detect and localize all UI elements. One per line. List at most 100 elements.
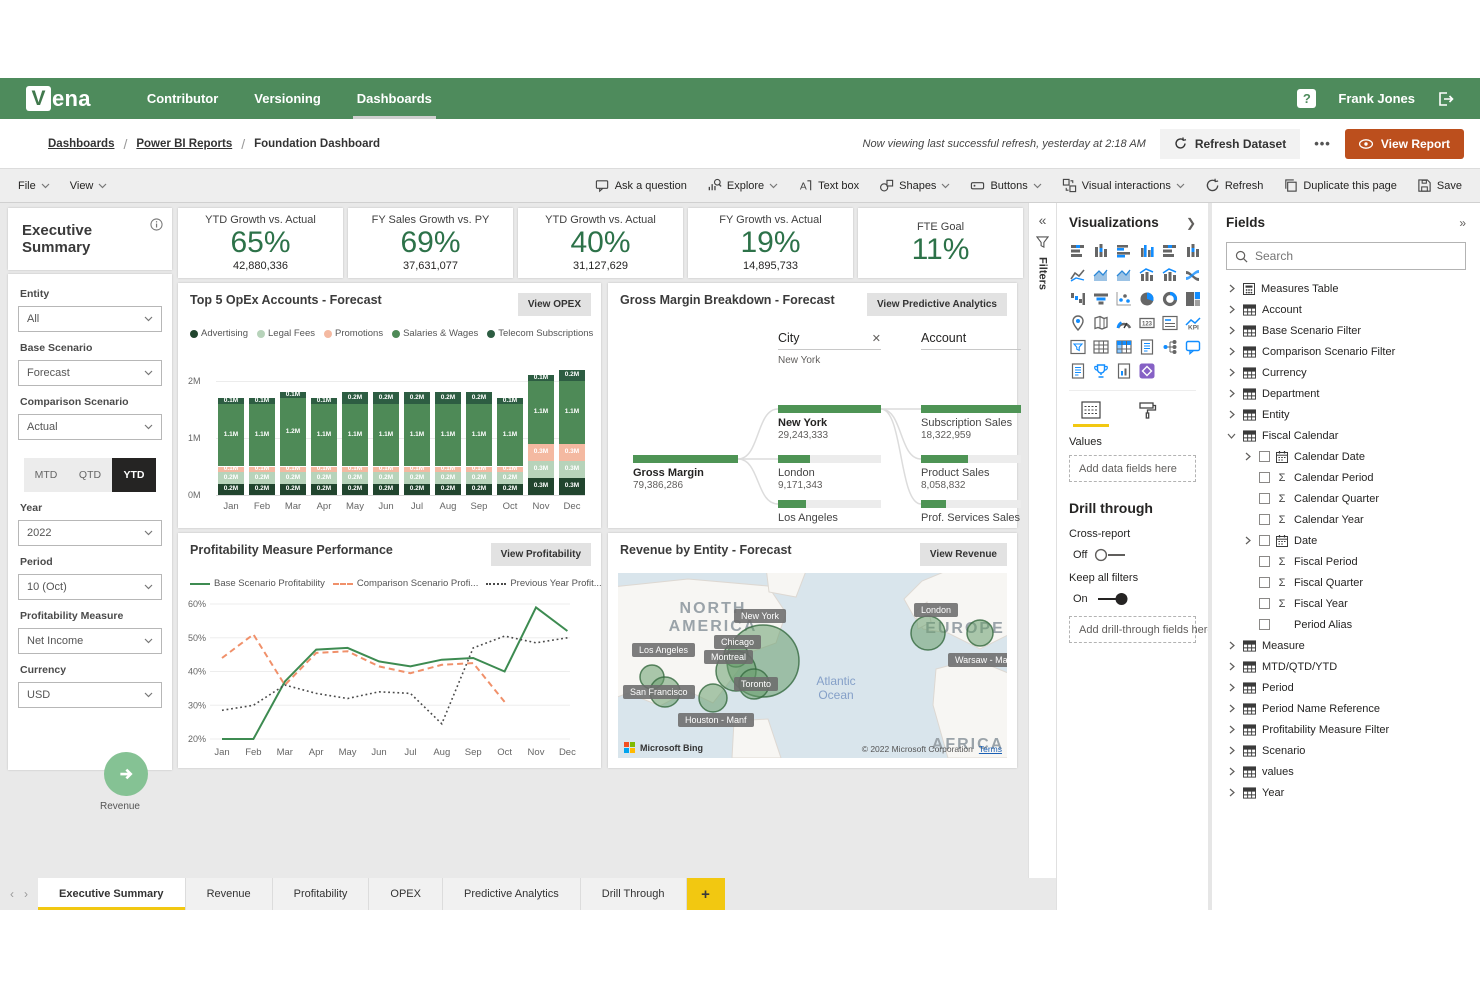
view-report-button[interactable]: View Report xyxy=(1345,129,1464,159)
multi-row-card-icon[interactable] xyxy=(1161,314,1179,332)
chevron-right-icon[interactable] xyxy=(1226,305,1237,314)
tree-node-prof-services-sales[interactable]: Prof. Services Sales xyxy=(921,500,1021,524)
add-page-button[interactable]: + xyxy=(687,878,725,910)
map-label-toronto[interactable]: Toronto xyxy=(734,677,778,691)
decomposition-tree-icon[interactable] xyxy=(1161,338,1179,356)
donut-chart-icon[interactable] xyxy=(1161,290,1179,308)
slicer-dropdown-entity[interactable]: All xyxy=(18,306,162,332)
toolbar-item-visual-interactions[interactable]: Visual interactions xyxy=(1052,169,1195,202)
more-options-icon[interactable]: ••• xyxy=(1314,136,1331,151)
period-toggle-mtd[interactable]: MTD xyxy=(24,458,68,492)
line-series[interactable] xyxy=(222,607,567,739)
map-bubble-london[interactable] xyxy=(911,616,945,650)
chevron-right-icon[interactable] xyxy=(1226,662,1237,671)
q-and-a-icon[interactable] xyxy=(1184,338,1202,356)
slicer-dropdown-year[interactable]: 2022 xyxy=(18,520,162,546)
expand-visualizations-icon[interactable]: ❯ xyxy=(1186,216,1196,230)
chevron-right-icon[interactable] xyxy=(1226,284,1237,293)
tree-node-product-sales[interactable]: Product Sales8,058,832 xyxy=(921,455,1021,491)
nav-item-dashboards[interactable]: Dashboards xyxy=(339,78,450,119)
map-label-montreal[interactable]: Montreal xyxy=(704,650,753,664)
slicer-dropdown-currency[interactable]: USD xyxy=(18,682,162,708)
field-checkbox[interactable] xyxy=(1259,472,1270,483)
nav-item-contributor[interactable]: Contributor xyxy=(129,78,236,119)
map-label-houston-manf[interactable]: Houston - Manf xyxy=(678,713,754,727)
chevron-right-icon[interactable] xyxy=(1226,389,1237,398)
toolbar-item-refresh[interactable]: Refresh xyxy=(1195,169,1274,202)
chevron-right-icon[interactable] xyxy=(1226,788,1237,797)
user-name[interactable]: Frank Jones xyxy=(1338,91,1415,106)
field-checkbox[interactable] xyxy=(1259,619,1270,630)
field-item-mtd-qtd-ytd[interactable]: MTD/QTD/YTD xyxy=(1226,656,1466,677)
toolbar-item-text-box[interactable]: AText box xyxy=(788,169,869,202)
kpi-card[interactable]: FY Sales Growth vs. PY69%37,631,077 xyxy=(348,208,513,278)
clustered-column-chart-icon[interactable] xyxy=(1138,242,1156,260)
page-tab-profitability[interactable]: Profitability xyxy=(273,878,370,910)
tree-node-los-angeles[interactable]: Los Angeles xyxy=(778,500,881,524)
chevron-right-icon[interactable] xyxy=(1226,347,1237,356)
slicer-dropdown-base-scenario[interactable]: Forecast xyxy=(18,360,162,386)
field-item-period-alias[interactable]: Period Alias xyxy=(1226,614,1466,635)
close-icon[interactable]: ✕ xyxy=(872,332,881,345)
chevron-right-icon[interactable] xyxy=(1226,704,1237,713)
kpi-card[interactable]: YTD Growth vs. Actual65%42,880,336 xyxy=(178,208,343,278)
field-item-year[interactable]: Year xyxy=(1226,782,1466,803)
toolbar-item-view[interactable]: View xyxy=(60,169,118,202)
chevron-right-icon[interactable] xyxy=(1242,536,1253,545)
field-item-base-scenario-filter[interactable]: Base Scenario Filter xyxy=(1226,320,1466,341)
toolbar-item-save[interactable]: Save xyxy=(1407,169,1472,202)
page-tab-drill-through[interactable]: Drill Through xyxy=(581,878,687,910)
breadcrumb-link[interactable]: Dashboards xyxy=(48,138,114,150)
page-tab-revenue[interactable]: Revenue xyxy=(186,878,273,910)
breadcrumb-link[interactable]: Power BI Reports xyxy=(136,138,232,150)
stacked-area-chart-icon[interactable] xyxy=(1115,266,1133,284)
info-icon[interactable] xyxy=(150,218,163,231)
toolbar-item-ask-a-question[interactable]: Ask a question xyxy=(585,169,697,202)
kpi-card[interactable]: YTD Growth vs. Actual40%31,127,629 xyxy=(518,208,683,278)
r-script-visual-icon[interactable] xyxy=(1138,338,1156,356)
toolbar-item-shapes[interactable]: Shapes xyxy=(869,169,960,202)
field-item-period[interactable]: Period xyxy=(1226,677,1466,698)
kpi-card[interactable]: FTE Goal11% xyxy=(858,208,1023,278)
map-label-warsaw-manf[interactable]: Warsaw - Manf xyxy=(948,653,1007,667)
field-item-calendar-period[interactable]: ΣCalendar Period xyxy=(1226,467,1466,488)
line-series[interactable] xyxy=(222,634,505,702)
line-chart-icon[interactable] xyxy=(1069,266,1087,284)
chevron-right-icon[interactable] xyxy=(1226,410,1237,419)
chevron-right-icon[interactable] xyxy=(1226,326,1237,335)
map-label-chicago[interactable]: Chicago xyxy=(714,635,761,649)
map-label-new-york[interactable]: New York xyxy=(734,609,786,623)
tree-node-subscription-sales[interactable]: Subscription Sales18,322,959 xyxy=(921,405,1021,441)
view-profitability-button[interactable]: View Profitability xyxy=(491,543,591,566)
toolbar-item-duplicate-this-page[interactable]: Duplicate this page xyxy=(1273,169,1407,202)
tree-node-gross-margin[interactable]: Gross Margin79,386,286 xyxy=(633,455,738,491)
clustered-bar-chart-icon[interactable] xyxy=(1115,242,1133,260)
stacked-bar-chart-icon[interactable] xyxy=(1069,242,1087,260)
tree-node-london[interactable]: London9,171,343 xyxy=(778,455,881,491)
tree-node-new-york[interactable]: New York29,243,333 xyxy=(778,405,881,441)
slicer-icon[interactable] xyxy=(1069,338,1087,356)
kpi-card[interactable]: FY Growth vs. Actual19%14,895,733 xyxy=(688,208,853,278)
terms-link[interactable]: Terms xyxy=(979,744,1002,754)
search-input[interactable] xyxy=(1255,249,1457,263)
100-stacked-column-chart-icon[interactable] xyxy=(1184,242,1202,260)
vena-logo[interactable]: V ena xyxy=(26,86,91,112)
field-item-comparison-scenario-filter[interactable]: Comparison Scenario Filter xyxy=(1226,341,1466,362)
keep-all-filters-toggle[interactable]: On xyxy=(1073,592,1196,606)
scatter-chart-icon[interactable] xyxy=(1115,290,1133,308)
100-stacked-bar-chart-icon[interactable] xyxy=(1161,242,1179,260)
chevron-down-icon[interactable] xyxy=(1226,433,1237,439)
kpi-icon[interactable]: KPI xyxy=(1184,314,1202,332)
period-toggle-qtd[interactable]: QTD xyxy=(68,458,112,492)
bing-map[interactable]: NORTHAMERICAEUROPEAtlanticOceanAFRICANew… xyxy=(618,573,1007,758)
field-checkbox[interactable] xyxy=(1259,577,1270,588)
tab-prev-icon[interactable]: ‹ xyxy=(10,887,14,901)
funnel-chart-icon[interactable] xyxy=(1092,290,1110,308)
field-item-profitability-measure-filter[interactable]: Profitability Measure Filter xyxy=(1226,719,1466,740)
page-tab-predictive-analytics[interactable]: Predictive Analytics xyxy=(443,878,581,910)
paginated-report-icon[interactable] xyxy=(1115,362,1133,380)
field-item-calendar-date[interactable]: Calendar Date xyxy=(1226,446,1466,467)
goals-icon[interactable] xyxy=(1092,362,1110,380)
field-item-calendar-quarter[interactable]: ΣCalendar Quarter xyxy=(1226,488,1466,509)
slicer-dropdown-period[interactable]: 10 (Oct) xyxy=(18,574,162,600)
